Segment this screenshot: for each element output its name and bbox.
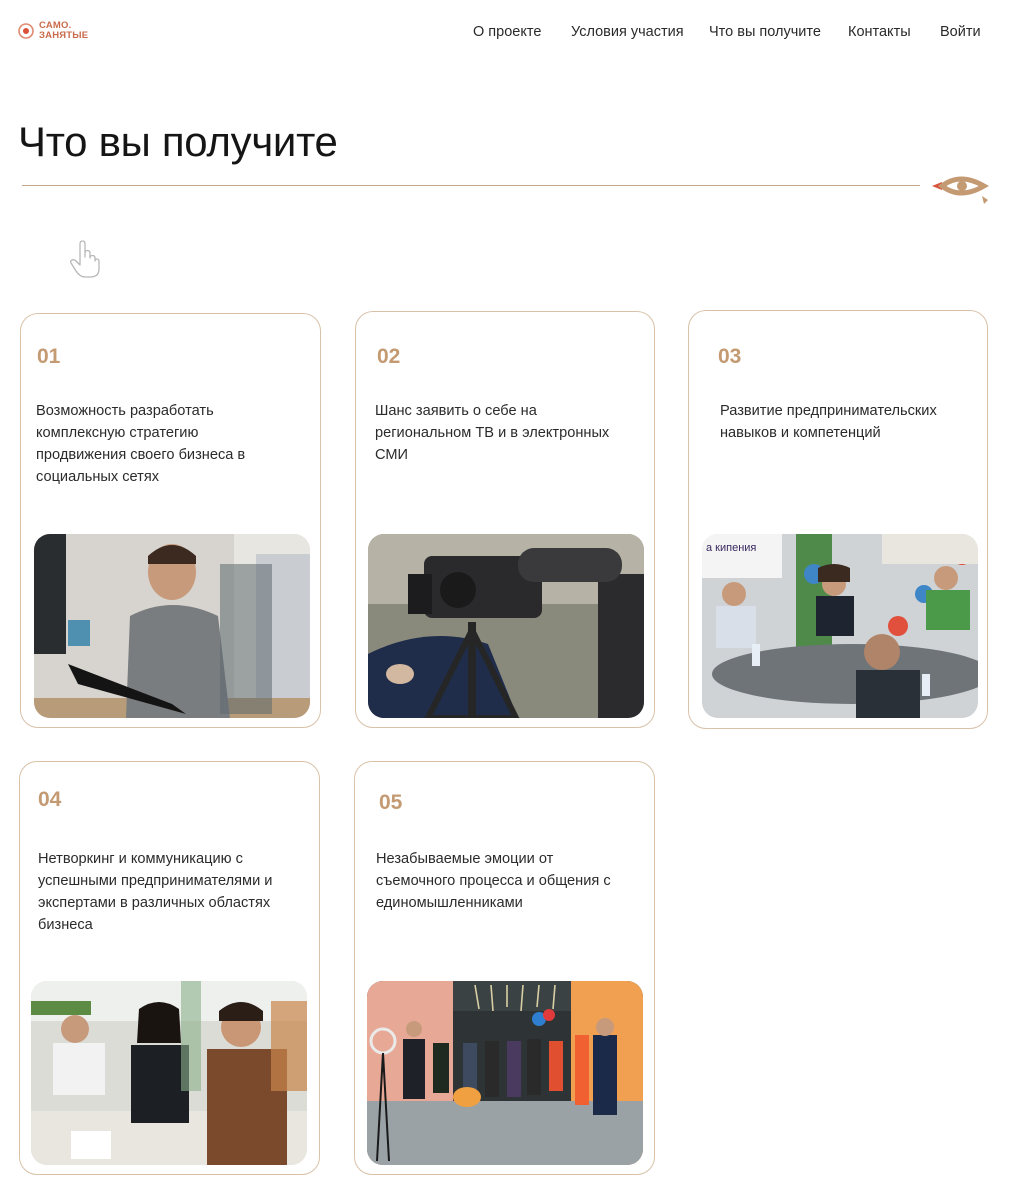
card-text: Незабываемые эмоции от съемочного процес… <box>376 851 611 911</box>
card-text: Развитие предпринимательских навыков и к… <box>720 403 937 441</box>
nav-benefits[interactable]: Что вы получите <box>709 24 821 40</box>
main-nav: О проекте Условия участия Что вы получит… <box>0 24 1015 44</box>
card-text: Возможность разработать комплексную стра… <box>36 403 246 485</box>
benefit-card-02: 02 Шанс заявить о себе на региональном Т… <box>355 311 655 728</box>
title-divider <box>22 185 920 186</box>
pointer-hand-icon <box>68 240 102 280</box>
photo-caption: а кипения <box>706 542 756 554</box>
meeting-table-photo: а кипения <box>702 534 978 718</box>
nav-login[interactable]: Войти <box>940 24 981 40</box>
networking-photo <box>31 981 307 1165</box>
tv-camera-photo <box>368 534 644 718</box>
benefit-card-04: 04 Нетворкинг и коммуникацию с успешными… <box>19 761 320 1175</box>
eye-emblem-icon <box>928 170 992 206</box>
site-header: САМО. ЗАНЯТЫЕ О проекте Условия участия … <box>0 0 1015 66</box>
nav-about[interactable]: О проекте <box>473 24 541 40</box>
benefit-card-01: 01 Возможность разработать комплексную с… <box>20 313 321 728</box>
benefit-card-03: 03 Развитие предпринимательских навыков … <box>688 310 988 729</box>
card-number: 05 <box>379 791 403 814</box>
card-number: 04 <box>38 788 62 811</box>
nav-conditions[interactable]: Условия участия <box>571 24 684 40</box>
benefit-card-05: 05 Незабываемые эмоции от съемочного про… <box>354 761 655 1175</box>
page-title: Что вы получите <box>18 118 338 165</box>
laptop-man-photo <box>34 534 310 718</box>
card-number: 03 <box>718 345 742 368</box>
nav-contacts[interactable]: Контакты <box>848 24 911 40</box>
card-number: 02 <box>377 345 401 368</box>
studio-event-photo <box>367 981 643 1165</box>
card-text: Нетворкинг и коммуникацию с успешными пр… <box>38 851 273 933</box>
card-number: 01 <box>37 345 61 368</box>
card-text: Шанс заявить о себе на региональном ТВ и… <box>375 403 610 463</box>
